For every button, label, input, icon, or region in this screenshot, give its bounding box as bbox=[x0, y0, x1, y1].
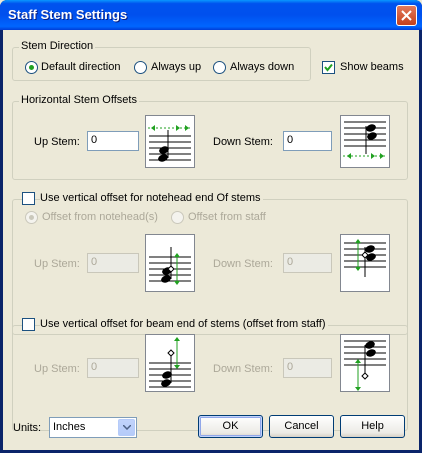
notehead-down-preview bbox=[340, 234, 390, 292]
horizontal-down-input[interactable]: 0 bbox=[283, 131, 332, 151]
show-beams-label[interactable]: Show beams bbox=[340, 61, 404, 73]
horizontal-up-preview bbox=[145, 115, 195, 168]
radio-default-direction-label[interactable]: Default direction bbox=[41, 61, 121, 73]
close-button[interactable] bbox=[396, 5, 417, 26]
beam-down-label: Down Stem: bbox=[213, 363, 273, 375]
beam-offset-label[interactable]: Use vertical offset for beam end of stem… bbox=[40, 318, 328, 330]
horizontal-up-label: Up Stem: bbox=[34, 136, 80, 148]
radio-always-up-label[interactable]: Always up bbox=[151, 61, 201, 73]
show-beams-checkbox[interactable] bbox=[322, 61, 335, 74]
units-label: Units: bbox=[13, 422, 42, 434]
notehead-up-label: Up Stem: bbox=[34, 258, 80, 270]
horizontal-down-preview bbox=[340, 115, 390, 168]
radio-always-down[interactable] bbox=[213, 61, 226, 74]
down-stem-horizontal-diagram bbox=[343, 121, 387, 159]
beam-up-preview bbox=[145, 334, 195, 392]
help-button[interactable]: Help bbox=[340, 415, 405, 438]
radio-default-direction[interactable] bbox=[25, 61, 38, 74]
notehead-down-input[interactable]: 0 bbox=[283, 253, 332, 273]
horizontal-down-label: Down Stem: bbox=[213, 136, 273, 148]
down-stem-beam-diagram bbox=[344, 340, 386, 391]
notehead-up-input[interactable]: 0 bbox=[87, 253, 139, 273]
units-value: Inches bbox=[53, 421, 86, 433]
up-stem-horizontal-diagram bbox=[148, 125, 192, 162]
radio-offset-from-notehead[interactable] bbox=[25, 211, 38, 224]
ok-button[interactable]: OK bbox=[198, 415, 263, 438]
radio-offset-from-notehead-label[interactable]: Offset from notehead(s) bbox=[42, 211, 158, 223]
up-stem-beam-diagram bbox=[149, 337, 191, 388]
notehead-up-preview bbox=[145, 234, 195, 292]
down-stem-notehead-diagram bbox=[344, 239, 386, 277]
notehead-offset-label[interactable]: Use vertical offset for notehead end Of … bbox=[40, 192, 263, 204]
dialog-window: Staff Stem Settings Stem Direction Defau… bbox=[0, 0, 422, 453]
radio-offset-from-staff[interactable] bbox=[171, 211, 184, 224]
horizontal-offsets-legend: Horizontal Stem Offsets bbox=[19, 94, 139, 106]
checkmark-icon bbox=[324, 63, 333, 72]
close-icon bbox=[401, 10, 412, 21]
units-select[interactable]: Inches bbox=[49, 417, 137, 438]
beam-up-input[interactable]: 0 bbox=[87, 358, 139, 378]
up-stem-notehead-diagram bbox=[149, 247, 191, 285]
cancel-button[interactable]: Cancel bbox=[269, 415, 334, 438]
chevron-down-icon[interactable] bbox=[118, 419, 135, 436]
beam-offset-checkbox[interactable] bbox=[22, 318, 35, 331]
beam-down-preview bbox=[340, 334, 390, 392]
dialog-body: Stem Direction Default direction Always … bbox=[3, 30, 419, 450]
beam-up-label: Up Stem: bbox=[34, 363, 80, 375]
radio-offset-from-staff-label[interactable]: Offset from staff bbox=[188, 211, 266, 223]
stem-direction-legend: Stem Direction bbox=[19, 40, 96, 52]
notehead-offset-checkbox[interactable] bbox=[22, 192, 35, 205]
radio-always-down-label[interactable]: Always down bbox=[230, 61, 294, 73]
beam-down-input[interactable]: 0 bbox=[283, 358, 332, 378]
window-title: Staff Stem Settings bbox=[8, 7, 128, 22]
notehead-down-label: Down Stem: bbox=[213, 258, 273, 270]
title-bar[interactable]: Staff Stem Settings bbox=[0, 0, 422, 30]
radio-always-up[interactable] bbox=[134, 61, 147, 74]
horizontal-up-input[interactable]: 0 bbox=[87, 131, 139, 151]
